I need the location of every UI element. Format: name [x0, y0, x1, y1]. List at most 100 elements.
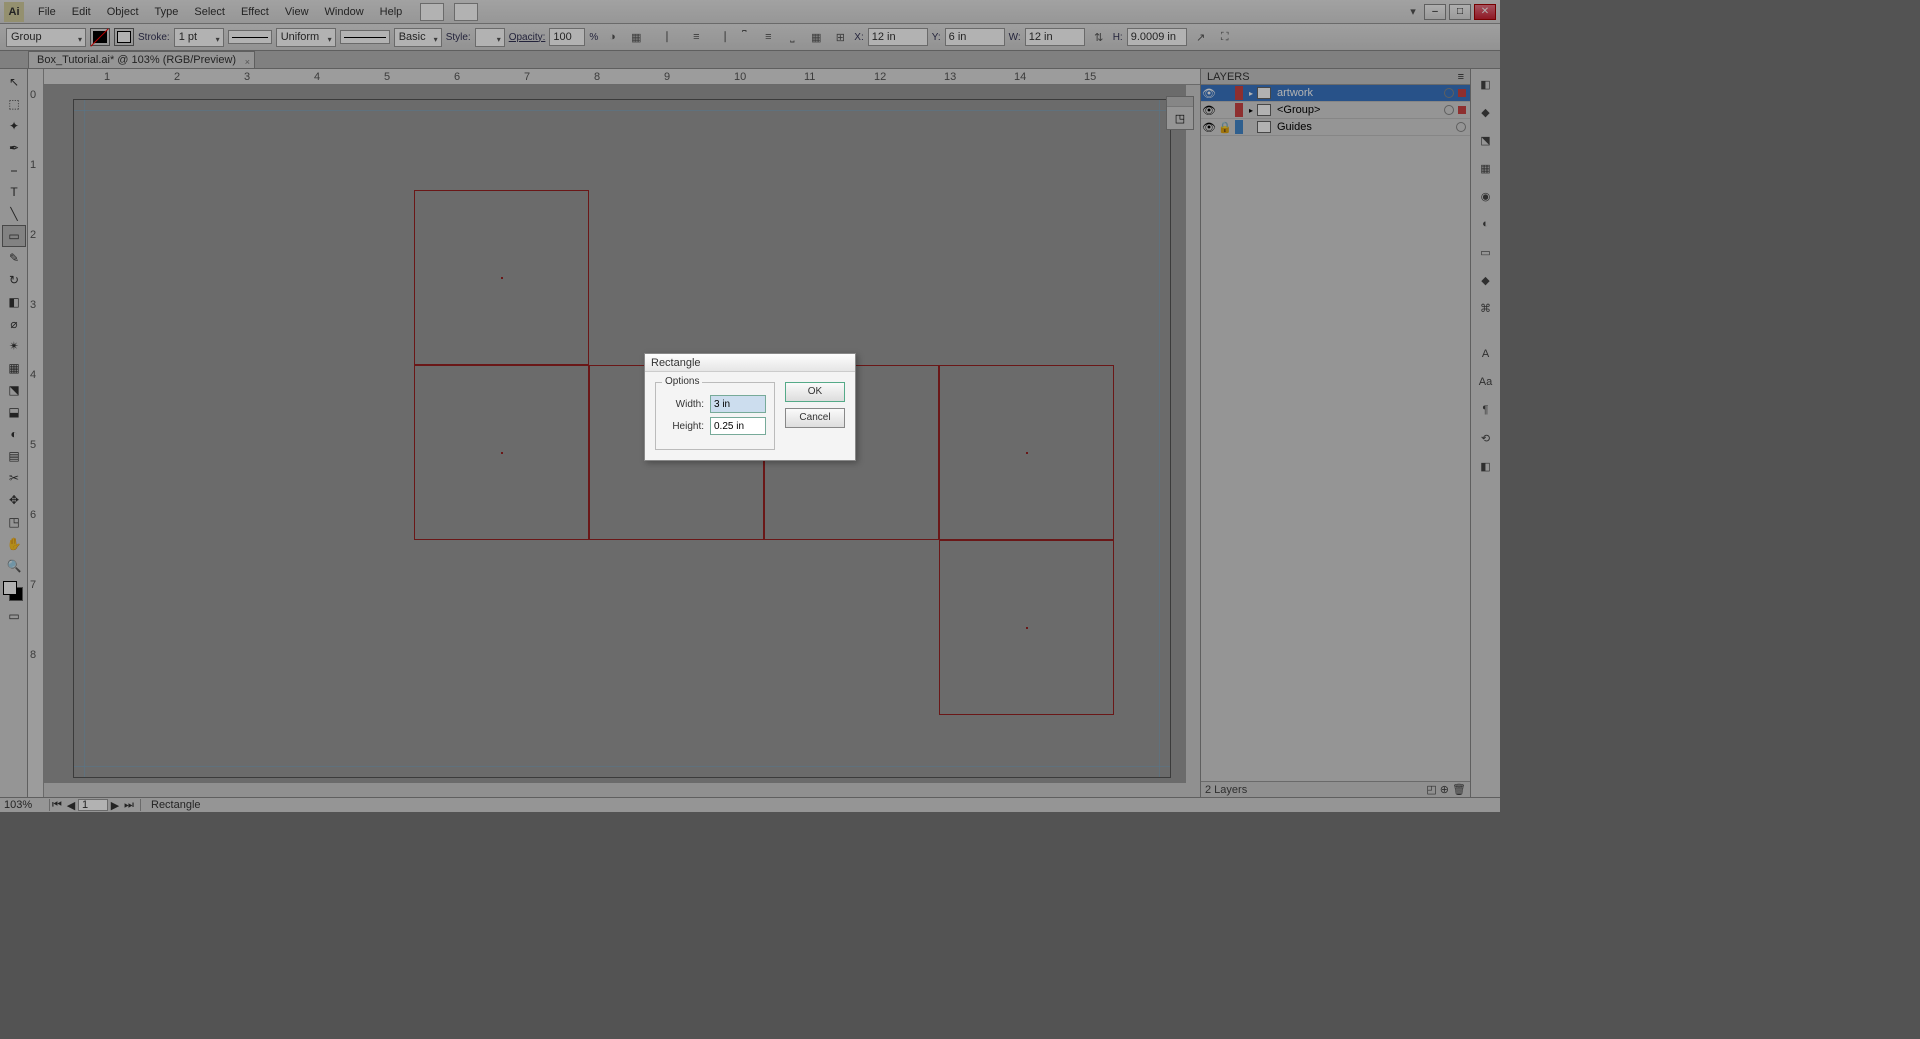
shape-rect[interactable] [939, 365, 1114, 540]
brush-preview[interactable] [340, 30, 390, 44]
disclosure-icon[interactable]: ▸ [1245, 106, 1257, 115]
dock-transform-icon[interactable]: ◧ [1475, 455, 1497, 477]
align-panel-icon[interactable]: ▦ [626, 27, 646, 47]
panel-menu-icon[interactable]: ≡ [1458, 69, 1464, 85]
y-input[interactable]: 6 in [945, 28, 1005, 46]
menu-effect[interactable]: Effect [233, 3, 277, 21]
shape-rect[interactable] [414, 365, 589, 540]
fit-icon[interactable]: ⛶ [1215, 27, 1235, 47]
align-left-icon[interactable]: ⎸ [662, 27, 682, 47]
style-select[interactable] [475, 28, 505, 47]
artboard-number-input[interactable]: 1 [78, 799, 108, 811]
align-right-icon[interactable]: ⎹ [710, 27, 730, 47]
visibility-toggle[interactable]: 👁 [1201, 104, 1217, 117]
tool-symbol-sprayer[interactable]: ✥ [2, 489, 26, 511]
dock-opentype-icon[interactable]: ¶ [1475, 399, 1497, 421]
first-artboard-icon[interactable]: ⏮ [50, 799, 64, 812]
disclosure-icon[interactable]: ▸ [1245, 89, 1257, 98]
ok-button[interactable]: OK [785, 382, 845, 402]
target-ring-icon[interactable] [1456, 122, 1466, 132]
link-wh-icon[interactable]: ⇅ [1089, 27, 1109, 47]
menu-object[interactable]: Object [99, 3, 147, 21]
tool-screen-mode[interactable]: ▭ [2, 605, 26, 627]
tool-magic-wand[interactable]: ✦ [2, 115, 26, 137]
dock-appearance-icon[interactable]: ◐ [1475, 213, 1497, 235]
close-tab-icon[interactable]: × [245, 54, 250, 70]
dock-swatches-icon[interactable]: ◆ [1475, 101, 1497, 123]
tool-selection[interactable]: ↖ [2, 71, 26, 93]
align-center-icon[interactable]: ≡ [686, 27, 706, 47]
menu-window[interactable]: Window [317, 3, 372, 21]
menu-type[interactable]: Type [147, 3, 187, 21]
tool-scissors[interactable]: ✂ [2, 467, 26, 489]
ruler-horizontal[interactable]: 1 2 3 4 5 6 7 8 9 10 11 12 13 14 15 [44, 69, 1200, 85]
tool-artboard[interactable]: ◳ [2, 511, 26, 533]
tool-mesh[interactable]: ⬓ [2, 401, 26, 423]
height-input[interactable] [710, 417, 766, 435]
tool-eyedropper[interactable]: ▤ [2, 445, 26, 467]
tool-width[interactable]: ⌀ [2, 313, 26, 335]
dialog-title[interactable]: Rectangle [645, 354, 855, 372]
dock-paragraph-icon[interactable]: Aa [1475, 371, 1497, 393]
tool-free-transform[interactable]: ✴ [2, 335, 26, 357]
shape-rect[interactable] [414, 190, 589, 365]
tool-type[interactable]: T [2, 181, 26, 203]
dock-character-icon[interactable]: A [1475, 343, 1497, 365]
tool-direct-select[interactable]: ⬚ [2, 93, 26, 115]
doc-arrange-select[interactable] [454, 3, 478, 21]
align-middle-icon[interactable]: ≡ [758, 27, 778, 47]
target-ring-icon[interactable] [1444, 88, 1454, 98]
document-tab[interactable]: Box_Tutorial.ai* @ 103% (RGB/Preview) × [28, 51, 255, 68]
stroke-swatch[interactable] [114, 28, 134, 46]
menu-edit[interactable]: Edit [64, 3, 99, 21]
search-icon[interactable]: ▾ [1405, 5, 1421, 18]
fill-stroke-swatch[interactable] [3, 581, 23, 601]
scrollbar-horizontal[interactable] [44, 783, 1200, 797]
layer-row[interactable]: 👁 ▸ artwork [1201, 85, 1470, 102]
tool-shape-builder[interactable]: ▦ [2, 357, 26, 379]
h-input[interactable]: 9.0009 in [1127, 28, 1187, 46]
tool-zoom[interactable]: 🔍 [2, 555, 26, 577]
transform-icon[interactable]: ▦ [806, 27, 826, 47]
scrollbar-vertical[interactable] [1186, 85, 1200, 783]
tool-hand[interactable]: ✋ [2, 533, 26, 555]
stroke-profile-select[interactable]: Uniform [276, 28, 336, 47]
layers-panel-tab[interactable]: LAYERS ≡ [1201, 69, 1470, 85]
layer-row[interactable]: 👁 ▸ <Group> [1201, 102, 1470, 119]
window-minimize[interactable]: – [1424, 4, 1446, 20]
layer-name[interactable]: Guides [1275, 121, 1456, 133]
dock-graphic-styles-icon[interactable]: ▭ [1475, 241, 1497, 263]
menu-file[interactable]: File [30, 3, 64, 21]
stroke-weight-select[interactable]: 1 pt [174, 28, 224, 47]
tool-gradient[interactable]: ◐ [2, 423, 26, 445]
next-artboard-icon[interactable]: ▶ [108, 799, 122, 812]
layer-row[interactable]: 👁 🔒 Guides [1201, 119, 1470, 136]
shear-icon[interactable]: ↗ [1191, 27, 1211, 47]
dock-gradient-icon[interactable]: ⬔ [1475, 129, 1497, 151]
lock-toggle[interactable]: 🔒 [1217, 121, 1233, 134]
tool-pencil[interactable]: ✎ [2, 247, 26, 269]
layer-name[interactable]: artwork [1275, 87, 1444, 99]
layer-actions-icons[interactable]: ◰ ⊕ 🗑 [1426, 782, 1466, 797]
window-maximize[interactable]: □ [1449, 4, 1471, 20]
tool-scale[interactable]: ◧ [2, 291, 26, 313]
menu-select[interactable]: Select [186, 3, 233, 21]
tool-line[interactable]: ⎯ [2, 159, 26, 181]
align-top-icon[interactable]: ⎴ [734, 27, 754, 47]
opacity-label[interactable]: Opacity: [509, 32, 546, 43]
reference-point-icon[interactable]: ⊞ [830, 27, 850, 47]
brush-select[interactable]: Basic [394, 28, 442, 47]
cancel-button[interactable]: Cancel [785, 408, 845, 428]
layer-name[interactable]: <Group> [1275, 104, 1444, 116]
tool-rotate[interactable]: ↻ [2, 269, 26, 291]
stroke-profile-preview[interactable] [228, 30, 272, 44]
tool-pen[interactable]: ✒ [2, 137, 26, 159]
visibility-toggle[interactable]: 👁 [1201, 121, 1217, 134]
visibility-toggle[interactable]: 👁 [1201, 87, 1217, 100]
dock-symbols-icon[interactable]: ◆ [1475, 269, 1497, 291]
selection-type-select[interactable]: Group [6, 28, 86, 47]
floating-mini-panel[interactable]: ◳ [1166, 96, 1194, 130]
canvas[interactable] [44, 85, 1200, 797]
last-artboard-icon[interactable]: ⏭ [122, 799, 136, 812]
tool-perspective[interactable]: ⬔ [2, 379, 26, 401]
